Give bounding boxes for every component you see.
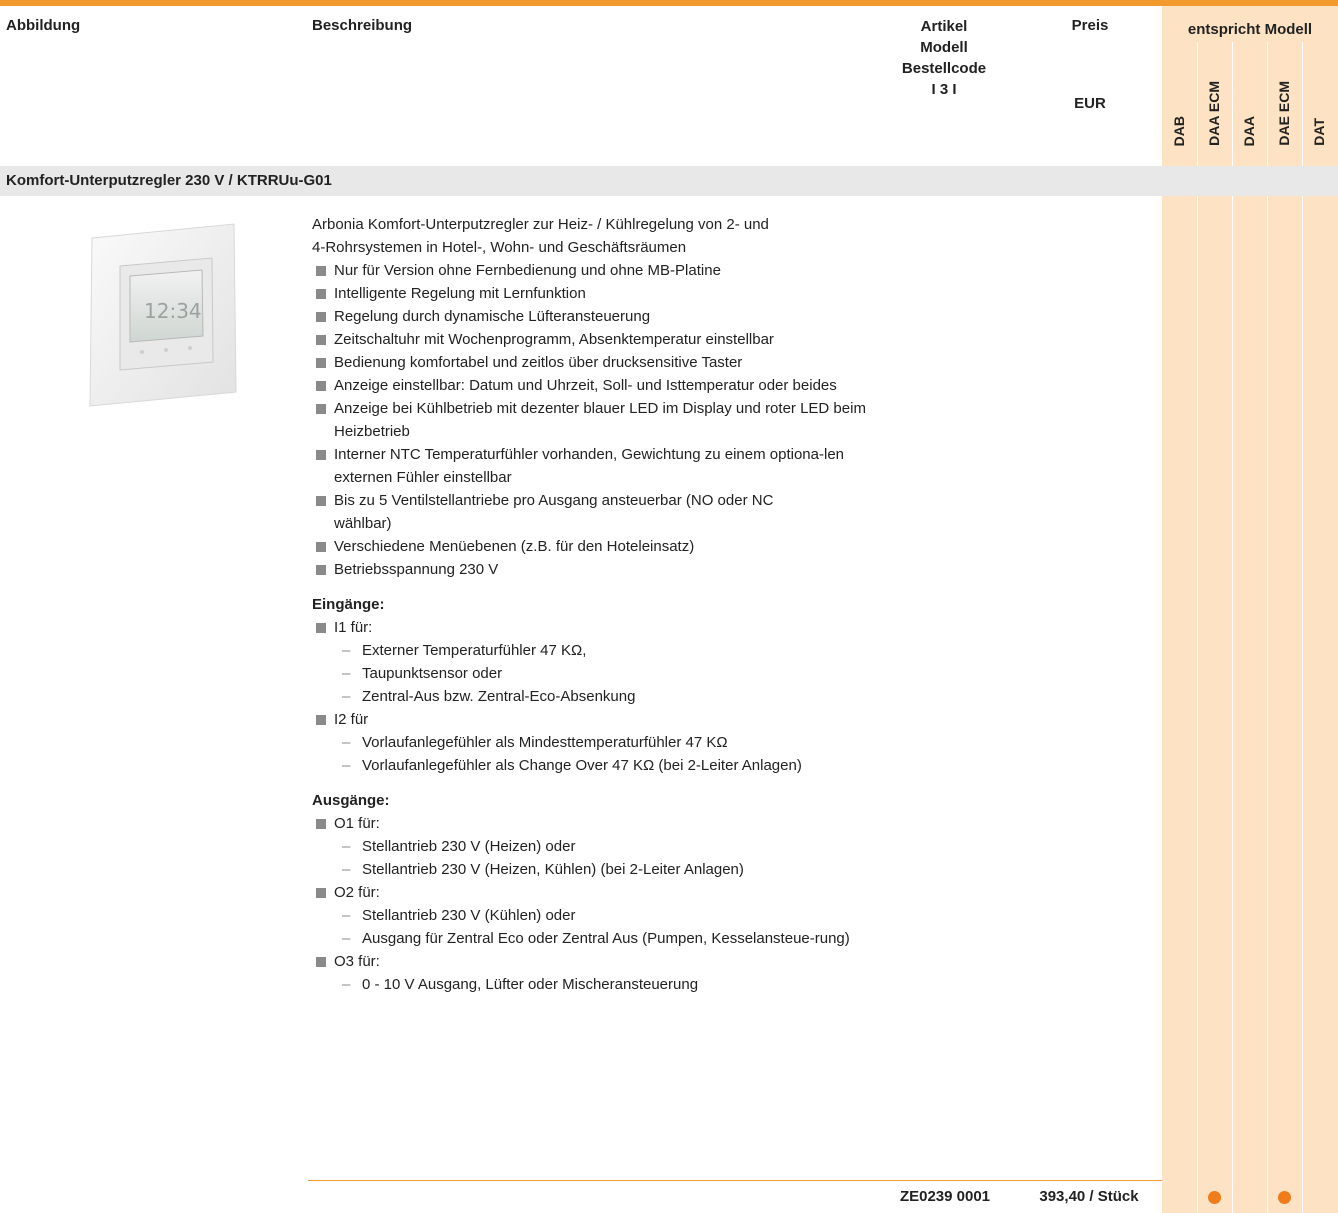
model-label-dab: DAB	[1171, 115, 1187, 146]
feature-item: Verschiedene Menüebenen (z.B. für den Ho…	[312, 535, 882, 558]
model-col-divider	[1302, 42, 1303, 1213]
model-label-dae-ecm: DAE ECM	[1276, 81, 1292, 146]
order-row-rule	[308, 1180, 1162, 1181]
model-match-dot	[1208, 1191, 1221, 1204]
input-subitem: Externer Temperaturfühler 47 KΩ,	[312, 639, 882, 662]
header-models-label: entspricht Modell	[1187, 21, 1313, 38]
thermostat-image: 12:34	[89, 223, 237, 407]
feature-list: Nur für Version ohne Fernbedienung und o…	[312, 259, 882, 581]
feature-item: Anzeige bei Kühlbetrieb mit dezenter bla…	[312, 397, 894, 443]
product-description: Arbonia Komfort-Unterputzregler zur Heiz…	[312, 213, 882, 996]
header-article-line: Artikel	[920, 18, 968, 35]
feature-item: Interner NTC Temperaturfühler vorhanden,…	[312, 443, 874, 489]
feature-item: Bedienung komfortabel und zeitlos über d…	[312, 351, 882, 374]
inputs-heading: Eingänge:	[312, 596, 385, 613]
input-subitem: Taupunktsensor oder	[312, 662, 882, 685]
input-subitem: Vorlaufanlegefühler als Change Over 47 K…	[312, 754, 882, 777]
input-item: I1 für:	[312, 616, 882, 639]
outputs-heading: Ausgänge:	[312, 792, 390, 809]
output-item: O2 für:	[312, 881, 882, 904]
output-subitem: Stellantrieb 230 V (Kühlen) oder	[312, 904, 882, 927]
input-subitem: Zentral-Aus bzw. Zentral-Eco-Absenkung	[312, 685, 882, 708]
model-match-dot	[1278, 1191, 1291, 1204]
section-title: Komfort-Unterputzregler 230 V / KTRRUu-G…	[6, 172, 332, 189]
header-description-label: Beschreibung	[312, 17, 413, 34]
price-value: 393,40 / Stück	[1039, 1188, 1139, 1205]
output-subitem: Ausgang für Zentral Eco oder Zentral Aus…	[312, 927, 882, 950]
model-label-daa-ecm: DAA ECM	[1206, 81, 1222, 146]
intro-line: 4-Rohrsystemen in Hotel-, Wohn- und Gesc…	[312, 239, 687, 256]
feature-item: Nur für Version ohne Fernbedienung und o…	[312, 259, 882, 282]
feature-item: Bis zu 5 Ventilstellantriebe pro Ausgang…	[312, 489, 834, 535]
header-article-line: I 3 I	[931, 81, 957, 98]
outputs-list: O1 für: Stellantrieb 230 V (Heizen) oder…	[312, 812, 882, 996]
header-image-label: Abbildung	[6, 17, 81, 34]
header-article-line: Modell	[920, 39, 968, 56]
model-label-daa: DAA	[1241, 115, 1257, 146]
header-currency-label: EUR	[1074, 95, 1106, 112]
feature-item: Zeitschaltuhr mit Wochenprogramm, Absenk…	[312, 328, 882, 351]
output-subitem: 0 - 10 V Ausgang, Lüfter oder Mischerans…	[312, 973, 882, 996]
output-subitem: Stellantrieb 230 V (Heizen, Kühlen) (bei…	[312, 858, 882, 881]
output-item: O1 für:	[312, 812, 882, 835]
header-price-label: Preis	[1071, 17, 1109, 34]
intro-line: Arbonia Komfort-Unterputzregler zur Heiz…	[312, 216, 769, 233]
output-subitem: Stellantrieb 230 V (Heizen) oder	[312, 835, 882, 858]
output-item: O3 für:	[312, 950, 882, 973]
header-top-rule	[0, 0, 1338, 6]
product-image: 12:34	[84, 214, 244, 414]
feature-item: Regelung durch dynamische Lüfteransteuer…	[312, 305, 882, 328]
model-col-divider	[1197, 42, 1198, 1213]
feature-item: Betriebsspannung 230 V	[312, 558, 882, 581]
order-code: ZE0239 0001	[899, 1188, 991, 1205]
model-label-area: DAB DAA ECM DAA DAE ECM DAT	[1162, 50, 1338, 146]
model-col-divider	[1232, 42, 1233, 1213]
model-label-dat: DAT	[1311, 118, 1327, 146]
feature-item: Intelligente Regelung mit Lernfunktion	[312, 282, 882, 305]
device-display-time: 12:34	[144, 299, 202, 323]
feature-item: Anzeige einstellbar: Datum und Uhrzeit, …	[312, 374, 854, 397]
header-article-line: Bestellcode	[901, 60, 987, 77]
model-col-divider	[1267, 42, 1268, 1213]
input-subitem: Vorlaufanlegefühler als Mindesttemperatu…	[312, 731, 882, 754]
section-header: Komfort-Unterputzregler 230 V / KTRRUu-G…	[0, 166, 1338, 196]
header-article-column: Artikel Modell Bestellcode I 3 I	[884, 16, 1004, 100]
inputs-list: I1 für: Externer Temperaturfühler 47 KΩ,…	[312, 616, 882, 777]
input-item: I2 für	[312, 708, 882, 731]
